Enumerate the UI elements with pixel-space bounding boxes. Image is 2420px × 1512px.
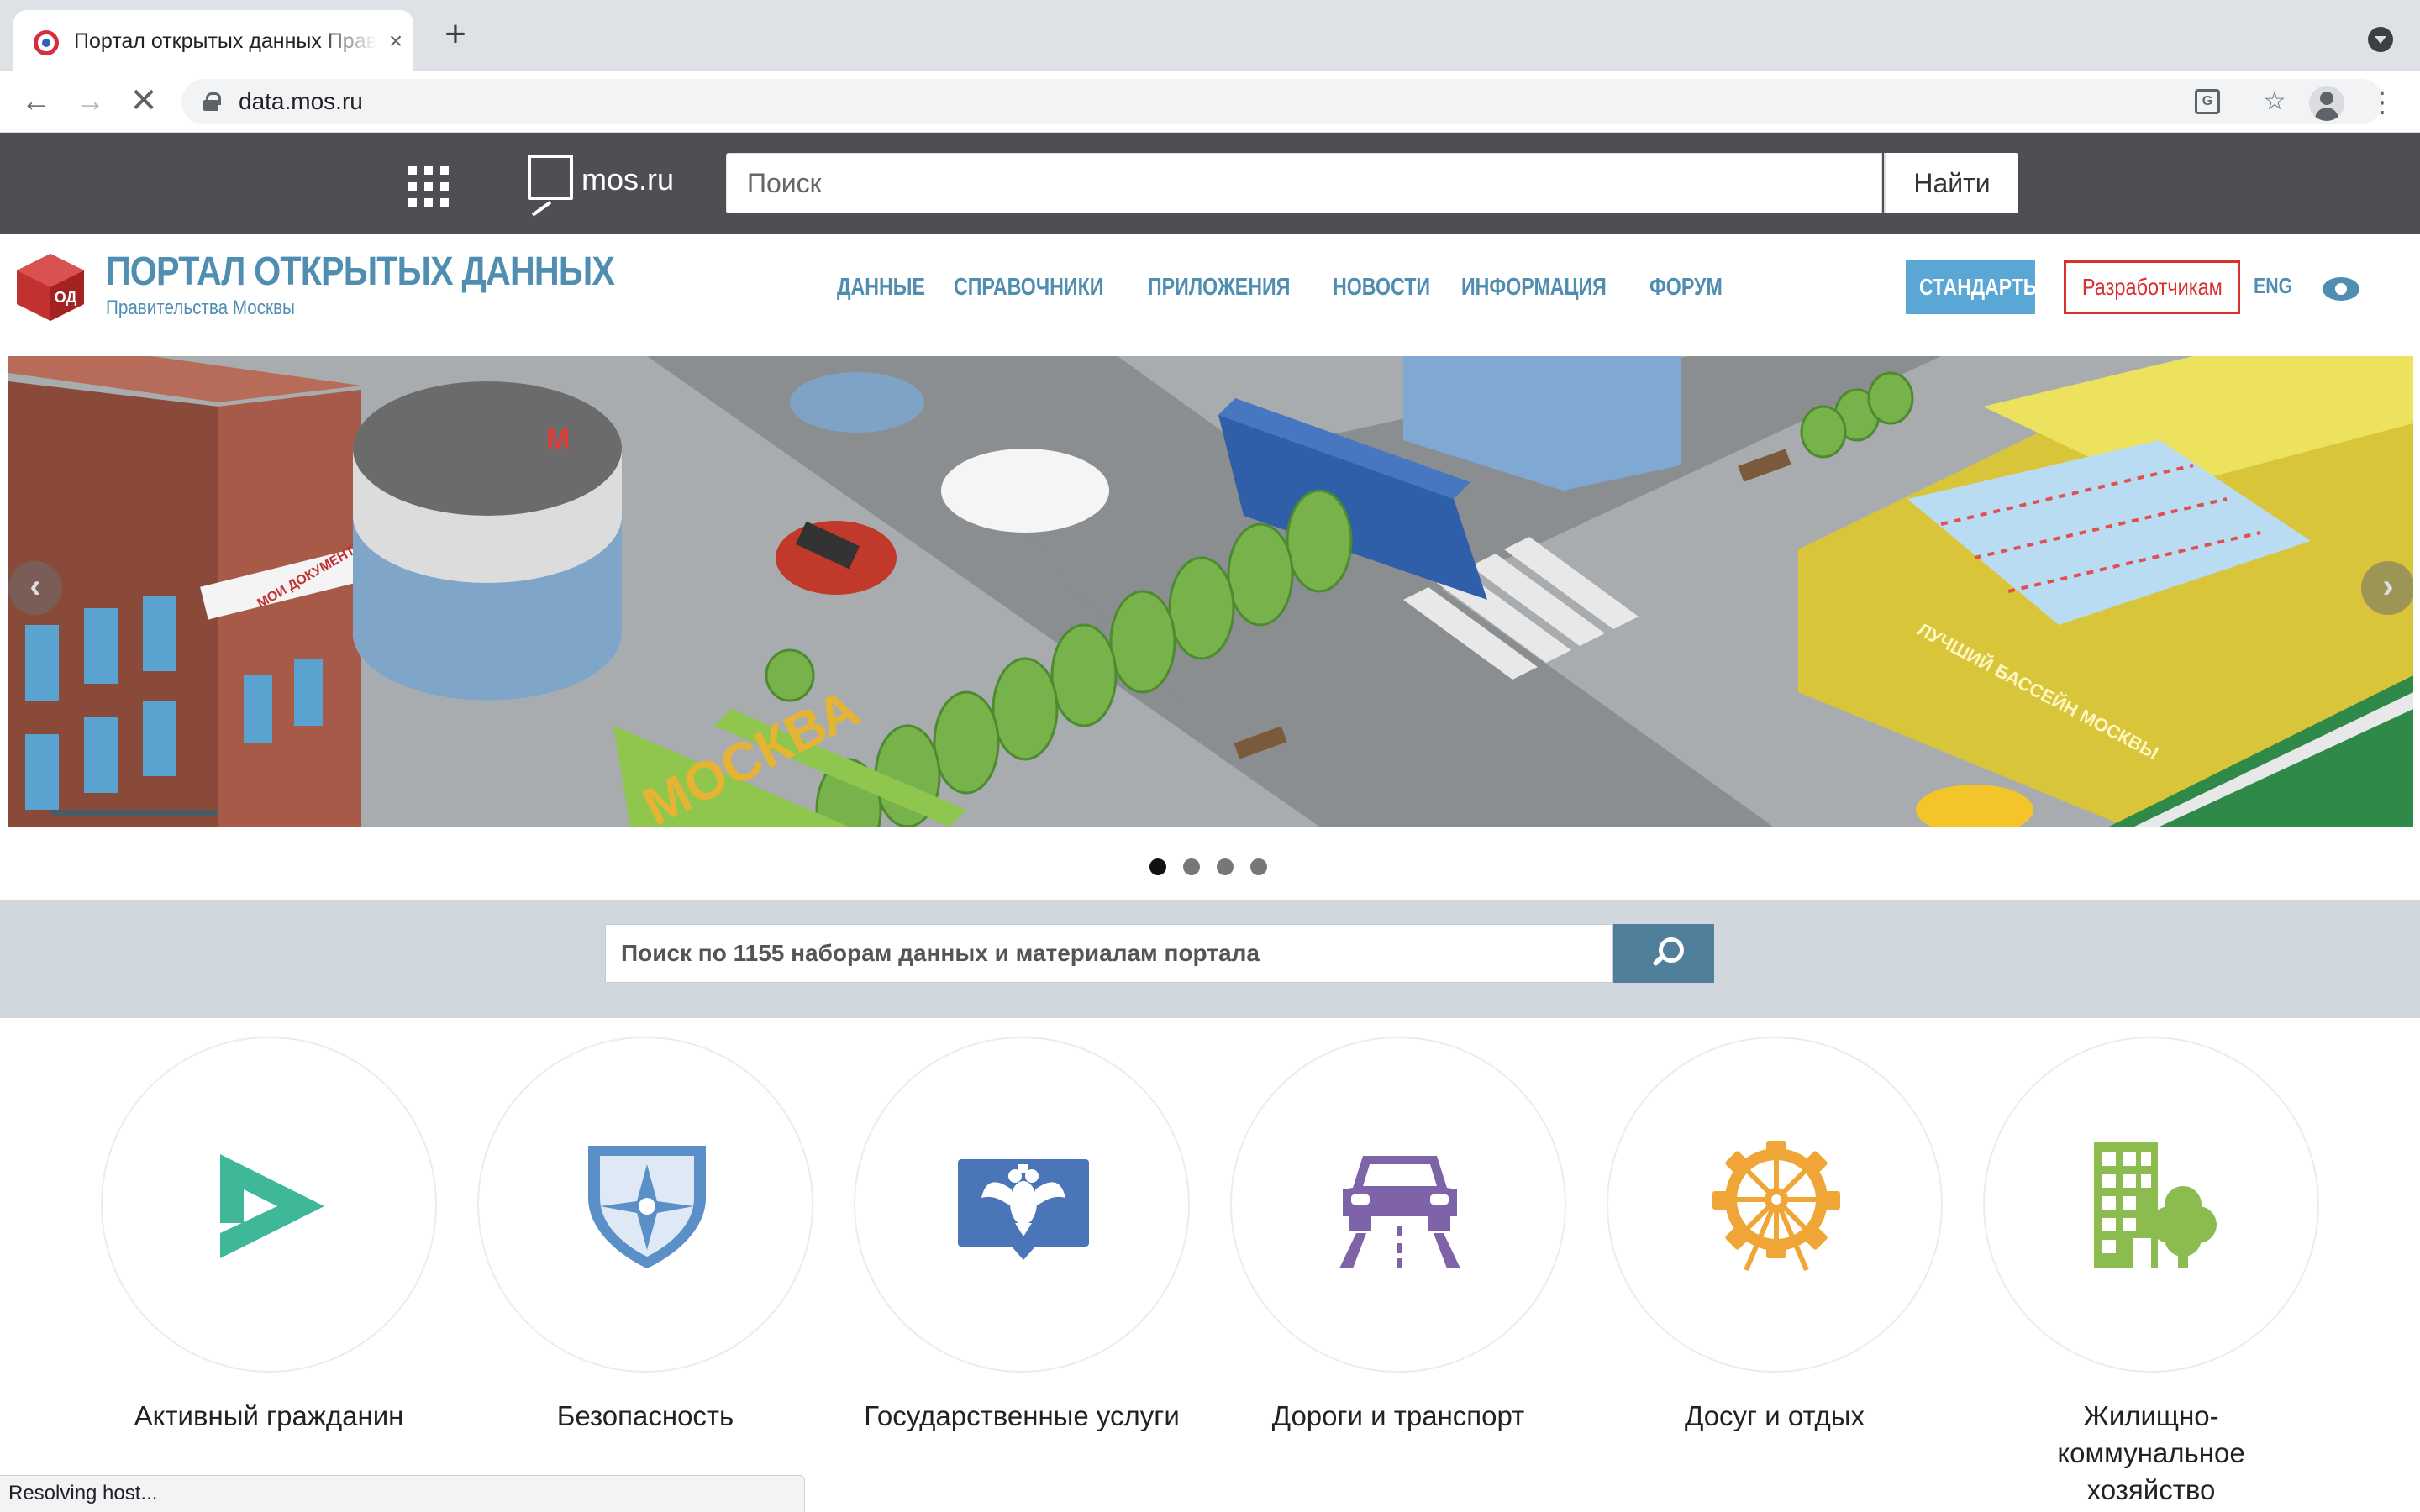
category-icon-circle[interactable]	[854, 1037, 1190, 1373]
coat-of-arms-icon	[958, 1159, 1089, 1260]
developers-button[interactable]: Разработчикам	[2064, 260, 2240, 314]
category-label[interactable]: Жилищно- коммунальное хозяйство	[1983, 1398, 2319, 1509]
hero-carousel[interactable]: МОИ ДОКУМЕНТЫ M МОСКВА ЛУЧШИЙ БАССЕЙН МО…	[8, 356, 2413, 827]
new-tab-button[interactable]: +	[439, 16, 472, 53]
search-icon	[1650, 937, 1684, 968]
category-housing[interactable]: Жилищно- коммунальное хозяйство	[1983, 1037, 2319, 1509]
language-switch[interactable]: ENG	[2254, 270, 2292, 301]
ferris-wheel-icon	[1712, 1141, 1840, 1272]
chevron-right-icon: ›	[2382, 568, 2394, 605]
nav-item-news[interactable]: НОВОСТИ	[1333, 270, 1430, 304]
mos-search-button[interactable]: Найти	[1884, 153, 2018, 213]
standards-button[interactable]: СТАНДАРТЫ	[1906, 260, 2042, 314]
category-label[interactable]: Безопасность	[477, 1398, 813, 1435]
chevron-left-icon: ‹	[29, 568, 41, 605]
data-search-button[interactable]	[1613, 924, 1714, 983]
browser-toolbar: ← → ✕ data.mos.ru G ☆ ⋮	[0, 71, 2420, 133]
data-search-input[interactable]	[605, 924, 1613, 983]
address-bar[interactable]: data.mos.ru G ☆	[182, 79, 2383, 124]
portal-title[interactable]: ПОРТАЛ ОТКРЫТЫХ ДАННЫХ	[106, 249, 615, 296]
back-button[interactable]: ←	[17, 82, 55, 121]
category-label[interactable]: Досуг и отдых	[1607, 1398, 1943, 1435]
category-security[interactable]: Безопасность	[477, 1037, 813, 1435]
data-search-band	[0, 900, 2420, 1018]
active-citizen-icon	[220, 1154, 324, 1258]
nav-item-data[interactable]: ДАННЫЕ	[837, 270, 925, 304]
category-icon-circle[interactable]	[1607, 1037, 1943, 1373]
category-label[interactable]: Активный гражданин	[101, 1398, 437, 1435]
translate-icon[interactable]: G	[2195, 89, 2220, 114]
browser-menu-icon[interactable]: ⋮	[2368, 86, 2396, 119]
car-icon	[1339, 1156, 1460, 1268]
category-active-citizen[interactable]: Активный гражданин	[101, 1037, 437, 1435]
nav-item-forum[interactable]: ФОРУМ	[1649, 270, 1723, 304]
portal-logo-icon[interactable]: ОД	[13, 250, 87, 323]
tab-search-button[interactable]	[2368, 27, 2393, 52]
bookmark-star-icon[interactable]: ☆	[2260, 87, 2289, 116]
category-icon-circle[interactable]	[1983, 1037, 2319, 1373]
accessibility-eye-icon[interactable]	[2323, 277, 2360, 301]
profile-avatar-icon[interactable]	[2309, 86, 2344, 121]
browser-tabbar: Портал открытых данных Правительства Мос…	[0, 0, 2420, 71]
carousel-dots	[1150, 858, 1267, 875]
category-icon-circle[interactable]	[477, 1037, 813, 1373]
tab-title: Портал открытых данных Правительства Мос…	[74, 29, 376, 53]
portal-subtitle: Правительства Москвы	[106, 297, 295, 319]
category-gov-services[interactable]: Государственные услуги	[854, 1037, 1190, 1435]
nav-item-information[interactable]: ИНФОРМАЦИЯ	[1461, 270, 1607, 304]
carousel-next-button[interactable]: ›	[2361, 561, 2413, 615]
category-icon-circle[interactable]	[1230, 1037, 1566, 1373]
category-leisure[interactable]: Досуг и отдых	[1607, 1037, 1943, 1435]
category-icon-circle[interactable]	[101, 1037, 437, 1373]
mos-logo-text[interactable]: mos.ru	[581, 161, 674, 198]
category-roads-transport[interactable]: Дороги и транспорт	[1230, 1037, 1566, 1435]
stop-loading-button[interactable]: ✕	[124, 82, 163, 121]
favicon-icon	[34, 30, 59, 55]
carousel-dot-3[interactable]	[1217, 858, 1234, 875]
browser-tab[interactable]: Портал открытых данных Правительства Мос…	[13, 10, 413, 71]
carousel-dot-2[interactable]	[1183, 858, 1200, 875]
url-text[interactable]: data.mos.ru	[239, 89, 363, 114]
portal-header: ОД ПОРТАЛ ОТКРЫТЫХ ДАННЫХ Правительства …	[0, 234, 2420, 356]
svg-text:M: M	[546, 423, 570, 455]
shield-icon	[588, 1146, 706, 1268]
apps-grid-icon[interactable]	[408, 166, 449, 207]
mos-top-bar: mos.ru Найти	[0, 133, 2420, 234]
close-icon[interactable]: ×	[383, 29, 408, 54]
forward-button[interactable]: →	[71, 82, 109, 121]
portal-logo-badge: ОД	[55, 289, 77, 306]
main-nav: ДАННЫЕ СПРАВОЧНИКИ ПРИЛОЖЕНИЯ НОВОСТИ ИН…	[837, 270, 1723, 304]
category-label[interactable]: Государственные услуги	[854, 1398, 1190, 1435]
carousel-dot-4[interactable]	[1250, 858, 1267, 875]
carousel-prev-button[interactable]: ‹	[8, 561, 62, 615]
mos-logo-icon[interactable]	[528, 155, 575, 217]
category-label[interactable]: Дороги и транспорт	[1230, 1398, 1566, 1435]
nav-item-apps[interactable]: ПРИЛОЖЕНИЯ	[1148, 270, 1290, 304]
carousel-dot-1[interactable]	[1150, 858, 1166, 875]
city-illustration: МОИ ДОКУМЕНТЫ M МОСКВА ЛУЧШИЙ БАССЕЙН МО…	[8, 356, 2413, 827]
lock-icon[interactable]	[203, 92, 221, 111]
browser-status-bubble: Resolving host...	[0, 1475, 805, 1512]
building-tree-icon	[2094, 1142, 2217, 1268]
nav-item-directories[interactable]: СПРАВОЧНИКИ	[954, 270, 1103, 304]
mos-search-input[interactable]	[726, 153, 1882, 213]
